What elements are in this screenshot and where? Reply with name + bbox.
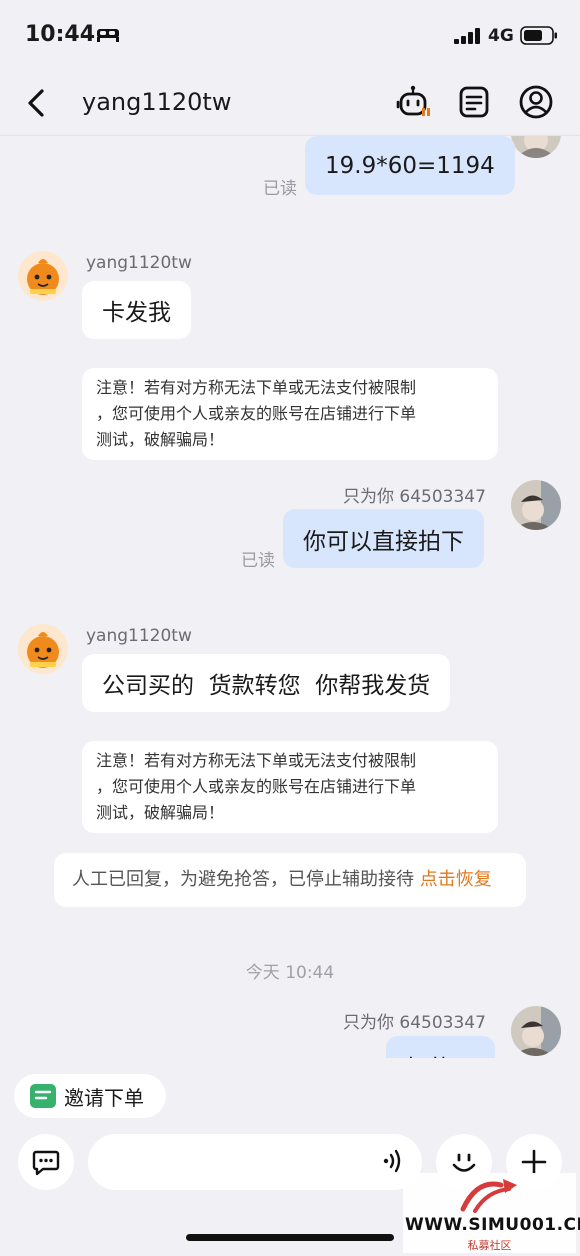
status-bar: 10:44 4G	[0, 0, 580, 70]
sender-label: 只为你 64503347	[343, 487, 486, 507]
invite-order-button[interactable]: 邀请下单	[14, 1074, 166, 1118]
notice-line: ，您可使用个人或亲友的账号在店铺进行下单	[96, 777, 417, 796]
sender-name: yang1120tw	[86, 626, 192, 646]
notice-line: ，您可使用个人或亲友的账号在店铺进行下单	[96, 404, 417, 423]
message-text: 你可以直接拍下	[303, 528, 464, 555]
message-text: 卡发我	[102, 300, 171, 326]
message-bubble[interactable]: 公司买的 货款转您 你帮我发货	[82, 654, 451, 712]
system-notice: 人工已回复，为避免抢答，已停止辅助接待 点击恢复	[54, 853, 526, 907]
my-avatar[interactable]	[511, 1006, 561, 1056]
read-receipt: 已读	[241, 551, 275, 571]
sender-label: 只为你 64503347	[343, 1013, 486, 1033]
notice-line: 测试，破解骗局！	[96, 430, 225, 449]
watermark-logo-icon	[460, 1179, 517, 1213]
robot-assistant-icon[interactable]	[396, 84, 432, 120]
message-bubble[interactable]: 19.9*60=1194	[305, 136, 515, 195]
contact-avatar[interactable]	[18, 624, 68, 674]
watermark-subtext: 私募社区	[467, 1239, 512, 1252]
my-avatar[interactable]	[511, 136, 561, 158]
voice-icon[interactable]	[380, 1146, 410, 1176]
profile-icon[interactable]	[518, 84, 554, 120]
watermark-text: WWW.SIMU001.CN	[405, 1215, 580, 1235]
system-notice-text: 人工已回复，为避免抢答，已停止辅助接待	[72, 869, 420, 890]
quick-reply-button[interactable]	[18, 1134, 74, 1190]
notice-line: 注意！若有对方称无法下单或无法支付被限制	[96, 378, 417, 397]
sleep-mode-icon	[97, 29, 119, 42]
message-list[interactable]: 已读 19.9*60=1194 yang1120tw 卡发我 注意！若有对方称无…	[0, 136, 580, 1058]
invite-order-icon	[30, 1084, 56, 1108]
time-separator: 今天 10:44	[245, 963, 335, 983]
message-bubble[interactable]: 好的吧	[386, 1036, 495, 1058]
network-type: 4G	[488, 26, 514, 46]
chat-title: yang1120tw	[82, 88, 232, 116]
message-text: 19.9*60=1194	[325, 152, 495, 179]
status-time: 10:44	[25, 22, 96, 47]
home-indicator	[186, 1234, 394, 1241]
message-text: 好的吧	[406, 1049, 475, 1059]
watermark: WWW.SIMU001.CN 私募社区	[403, 1173, 580, 1253]
safety-notice: 注意！若有对方称无法下单或无法支付被限制 ，您可使用个人或亲友的账号在店铺进行下…	[82, 741, 498, 833]
order-list-icon[interactable]	[456, 84, 492, 120]
chat-header: yang1120tw	[0, 70, 580, 136]
restore-link[interactable]: 点击恢复	[420, 869, 492, 890]
read-receipt: 已读	[263, 179, 297, 199]
chat-bubble-icon	[32, 1150, 60, 1176]
back-icon[interactable]	[20, 85, 54, 121]
message-text: 公司买的 货款转您 你帮我发货	[102, 673, 431, 699]
message-bubble[interactable]: 卡发我	[82, 281, 191, 339]
message-input[interactable]	[88, 1134, 422, 1190]
cellular-signal-icon	[454, 28, 480, 44]
notice-line: 测试，破解骗局！	[96, 803, 225, 822]
invite-order-label: 邀请下单	[64, 1085, 144, 1110]
contact-avatar[interactable]	[18, 251, 68, 301]
sender-name: yang1120tw	[86, 253, 192, 273]
notice-line: 注意！若有对方称无法下单或无法支付被限制	[96, 751, 417, 770]
safety-notice: 注意！若有对方称无法下单或无法支付被限制 ，您可使用个人或亲友的账号在店铺进行下…	[82, 368, 498, 460]
battery-icon	[520, 26, 557, 45]
my-avatar[interactable]	[511, 480, 561, 530]
message-bubble[interactable]: 你可以直接拍下	[283, 509, 484, 568]
